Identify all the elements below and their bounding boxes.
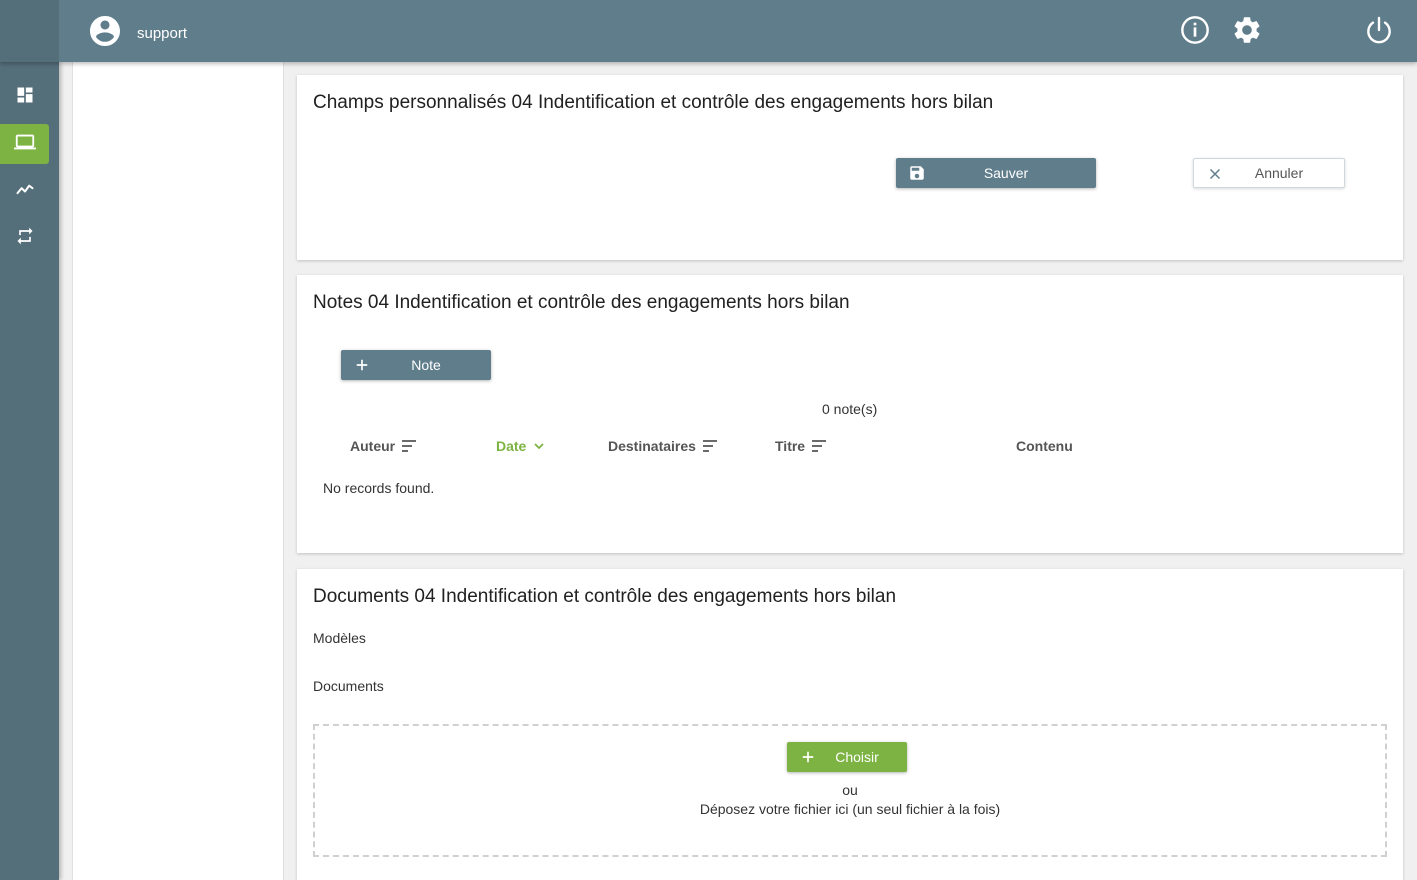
plus-icon [799,748,817,766]
gear-icon[interactable] [1231,14,1263,46]
documents-title: Documents 04 Indentification et contrôle… [313,586,897,607]
sort-icon [812,440,827,452]
username: support [137,25,188,42]
power-icon[interactable] [1363,14,1395,46]
sidebar [0,62,59,880]
column-header-recipients[interactable]: Destinataires [608,438,718,454]
templates-label: Modèles [313,630,366,646]
plus-icon [353,356,371,374]
notes-title: Notes 04 Indentification et contrôle des… [313,292,850,313]
column-header-content: Contenu [1016,438,1073,454]
column-label-content: Contenu [1016,438,1073,454]
sort-icon [402,440,417,452]
laptop-icon [13,131,36,158]
sidebar-item-transfers[interactable] [0,218,49,258]
column-header-date[interactable]: Date [496,438,546,454]
save-button[interactable]: Sauver [896,158,1096,188]
drop-hint: Déposez votre fichier ici (un seul fichi… [699,801,1001,817]
swap-icon [15,226,35,251]
floppy-icon [908,164,926,182]
column-label-date: Date [496,438,527,454]
notes-count: 0 note(s) [822,401,878,417]
sidebar-item-dashboard[interactable] [0,77,49,117]
chevron-down-icon [534,443,544,450]
sidebar-item-workstation[interactable] [0,124,49,164]
empty-message: No records found. [323,480,435,496]
close-icon [1206,165,1224,183]
custom-fields-title: Champs personnalisés 04 Indentification … [313,92,994,113]
trending-icon [15,179,35,204]
column-header-title[interactable]: Titre [775,438,827,454]
or-text: ou [842,782,858,798]
top-bar: support [0,0,1417,62]
save-button-label: Sauver [983,165,1029,181]
account-icon [87,13,123,54]
sort-icon [702,440,717,452]
dashboard-icon [15,85,35,110]
column-header-author[interactable]: Auteur [350,438,417,454]
choose-file-button[interactable]: Choisir [787,742,907,772]
info-icon[interactable] [1179,14,1211,46]
top-bar-corner [0,0,59,62]
documents-label: Documents [313,678,384,694]
column-label-author: Auteur [350,438,396,454]
cancel-button[interactable]: Annuler [1193,158,1345,188]
column-label-recipients: Destinataires [608,438,696,454]
add-note-button[interactable]: Note [341,350,491,380]
user-menu[interactable]: support [87,13,187,54]
left-panel [72,62,284,880]
sidebar-item-statistics[interactable] [0,171,49,211]
column-label-title: Titre [775,438,806,454]
